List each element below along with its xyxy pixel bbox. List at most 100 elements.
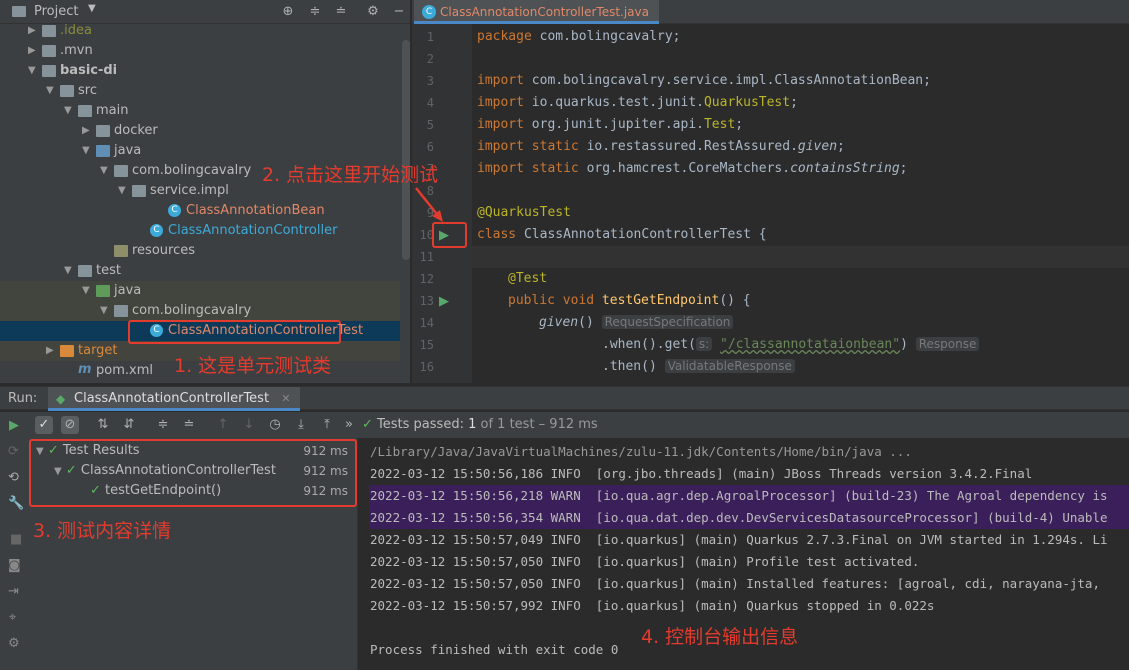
import-tests-icon[interactable]: ⤓ (292, 416, 310, 434)
tree-item[interactable]: ▼ com.bolingcavalry (0, 161, 400, 181)
rerun-failed-icon[interactable]: ⟳ (8, 444, 19, 459)
check-icon: ✓ (362, 417, 373, 432)
annotation-arrow (415, 187, 443, 222)
tree-item[interactable]: C ClassAnnotationControllerTest (0, 321, 400, 341)
tree-item-label: com.bolingcavalry (132, 303, 252, 318)
code-line-5[interactable]: import org.junit.jupiter.api.Test; (477, 117, 743, 132)
show-ignored-icon[interactable]: ⊘ (61, 416, 79, 434)
tree-item[interactable]: ▼ basic-di (0, 61, 400, 81)
line-number: 6 (426, 140, 434, 154)
close-icon[interactable]: ✕ (281, 392, 290, 405)
sort-alpha-icon[interactable]: ⇅ (94, 416, 112, 434)
tree-item[interactable]: ▼ main (0, 101, 400, 121)
chevron-down-icon[interactable]: ▼ (88, 3, 96, 14)
editor-tab[interactable]: C ClassAnnotationControllerTest.java (414, 0, 659, 24)
run-label: Run: (8, 391, 38, 406)
editor[interactable] (412, 0, 1129, 383)
tree-item[interactable]: C ClassAnnotationBean (0, 201, 400, 221)
code-line-7[interactable]: import static org.hamcrest.CoreMatchers.… (477, 161, 907, 176)
chevron-down-icon[interactable]: ▼ (64, 101, 76, 121)
minimize-icon[interactable]: − (390, 3, 408, 21)
tree-item[interactable]: ▼ test (0, 261, 400, 281)
tree-item[interactable]: C ClassAnnotationController (0, 221, 400, 241)
expand-all-icon[interactable]: ≑ (306, 3, 324, 21)
code-line-16[interactable]: .then() ValidatableResponse (602, 359, 795, 374)
tree-item[interactable]: ▼ service.impl (0, 181, 400, 201)
tree-item[interactable]: resources (0, 241, 400, 261)
console-line: Process finished with exit code 0 (370, 642, 619, 657)
tree-item[interactable]: ▼ java (0, 281, 400, 301)
folder-icon (42, 45, 56, 57)
code-line-1[interactable]: package com.bolingcavalry; (477, 29, 681, 44)
run-left-toolbar: ▶ ⟳ ⟲ 🔧 ■ ◙ ⇥ ⌖ ⚙ (0, 412, 30, 670)
wrench-icon[interactable]: 🔧 (8, 496, 24, 511)
current-line-highlight (472, 246, 1129, 268)
expand-all-icon[interactable]: ≑ (154, 416, 172, 434)
tree-item[interactable]: ▼ src (0, 81, 400, 101)
editor-tab-bar: C ClassAnnotationControllerTest.java (412, 0, 1129, 24)
tree-item[interactable]: ▶ docker (0, 121, 400, 141)
console-line-warn: 2022-03-12 15:50:56,354 WARN [io.qua.dat… (369, 507, 1129, 529)
tree-item[interactable]: m pom.xml (0, 361, 400, 381)
class-icon: C (422, 5, 436, 19)
package-icon (114, 305, 128, 317)
code-line-9[interactable]: @QuarkusTest (477, 205, 571, 220)
collapse-all-icon[interactable]: ≐ (180, 416, 198, 434)
type-hint: Response (915, 337, 980, 351)
folder-icon (96, 285, 110, 297)
export-icon[interactable]: ⤒ (318, 416, 336, 434)
code-line-12[interactable]: @Test (508, 271, 547, 286)
run-method-icon[interactable]: ▶ (439, 294, 455, 310)
chevron-down-icon[interactable]: ▼ (82, 281, 94, 301)
chevron-down-icon[interactable]: ▼ (46, 81, 58, 101)
gear-icon[interactable]: ⚙ (364, 3, 382, 21)
run-tab[interactable]: ◆ ClassAnnotationControllerTest ✕ (48, 387, 301, 411)
tree-item-label: resources (132, 243, 196, 258)
arrow-up-icon[interactable]: ↑ (214, 416, 232, 434)
chevron-down-icon[interactable]: ▼ (100, 301, 112, 321)
tree-item-label: main (96, 103, 129, 118)
code-line-3[interactable]: import com.bolingcavalry.service.impl.Cl… (477, 73, 931, 88)
arrow-down-icon[interactable]: ↓ (240, 416, 258, 434)
camera-icon[interactable]: ◙ (8, 558, 21, 573)
gear-icon[interactable]: ⚙ (8, 636, 20, 651)
pin-icon[interactable]: ⌖ (9, 610, 16, 625)
chevron-down-icon[interactable]: ▼ (100, 161, 112, 181)
locate-icon[interactable]: ⊕ (279, 3, 297, 21)
toggle-auto-test-icon[interactable]: ⟲ (8, 470, 19, 485)
annotation-3: 3. 测试内容详情 (33, 520, 172, 542)
line-number: 3 (426, 74, 434, 88)
chevron-down-icon[interactable]: ▼ (118, 181, 130, 201)
show-passed-icon[interactable]: ✓ (35, 416, 53, 434)
chevron-right-icon[interactable]: ▶ (28, 41, 40, 61)
tree-item[interactable]: ▼ com.bolingcavalry (0, 301, 400, 321)
chevron-down-icon[interactable]: ▼ (82, 141, 94, 161)
tree-item[interactable]: ▼ java (0, 141, 400, 161)
code-line-4[interactable]: import io.quarkus.test.junit.QuarkusTest… (477, 95, 798, 110)
code-line-13[interactable]: public void testGetEndpoint() { (508, 293, 751, 308)
code-line-10[interactable]: class ClassAnnotationControllerTest { (477, 227, 767, 242)
code-line-6[interactable]: import static io.restassured.RestAssured… (477, 139, 845, 154)
folder-icon (78, 265, 92, 277)
code-line-15[interactable]: .when().get(s: "/classannotataionbean") … (602, 337, 980, 352)
history-icon[interactable]: ◷ (266, 416, 284, 434)
more-icon[interactable]: » (340, 416, 358, 434)
chevron-down-icon[interactable]: ▼ (28, 61, 40, 81)
chevron-down-icon[interactable]: ▼ (64, 261, 76, 281)
project-scrollbar[interactable] (402, 40, 410, 260)
tree-item[interactable]: ▶ target (0, 341, 400, 361)
tree-item[interactable]: ▶ .mvn (0, 41, 400, 61)
stop-icon[interactable]: ■ (10, 532, 22, 547)
sort-duration-icon[interactable]: ⇵ (120, 416, 138, 434)
collapse-all-icon[interactable]: ≐ (332, 3, 350, 21)
tree-item[interactable]: ▶ .idea (0, 21, 400, 41)
chevron-right-icon[interactable]: ▶ (28, 21, 40, 41)
chevron-right-icon[interactable]: ▶ (82, 121, 94, 141)
code-line-14[interactable]: given() RequestSpecification (539, 315, 734, 330)
rerun-icon[interactable]: ▶ (9, 418, 19, 433)
exit-icon[interactable]: ⇥ (8, 584, 19, 599)
package-icon (132, 185, 146, 197)
chevron-right-icon[interactable]: ▶ (46, 341, 58, 361)
tree-item-label: .idea (60, 23, 92, 38)
project-panel-title[interactable]: Project (34, 4, 78, 19)
